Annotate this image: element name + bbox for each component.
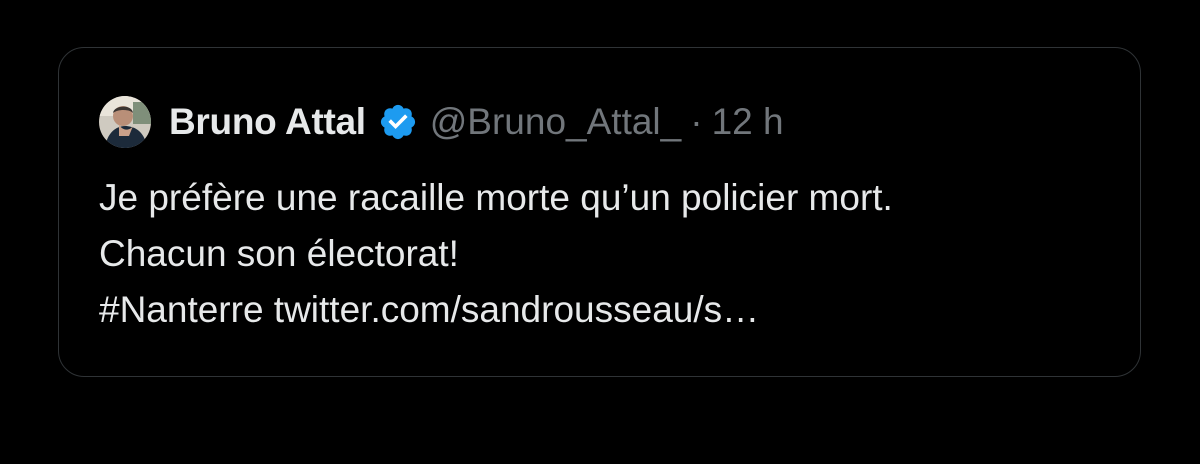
avatar[interactable] <box>99 96 151 148</box>
verified-badge-icon <box>378 102 418 142</box>
author-handle[interactable]: @Bruno_Attal_ <box>430 101 681 143</box>
separator-dot: · <box>690 101 703 142</box>
author-display-name[interactable]: Bruno Attal <box>169 101 366 143</box>
tweet-timestamp[interactable]: 12 h <box>712 101 784 143</box>
quoted-tweet-card[interactable]: Bruno Attal @Bruno_Attal_ · 12 h Je préf… <box>58 47 1141 377</box>
tweet-header: Bruno Attal @Bruno_Attal_ · 12 h <box>99 94 784 150</box>
tweet-text: Je préfère une racaille morte qu’un poli… <box>99 170 1119 338</box>
tweet-text-line: Chacun son électorat! <box>99 233 459 274</box>
tweet-text-line: Je préfère une racaille morte qu’un poli… <box>99 177 893 218</box>
tweet-text-line-link[interactable]: #Nanterre twitter.com/sandrousseau/s… <box>99 282 1119 338</box>
